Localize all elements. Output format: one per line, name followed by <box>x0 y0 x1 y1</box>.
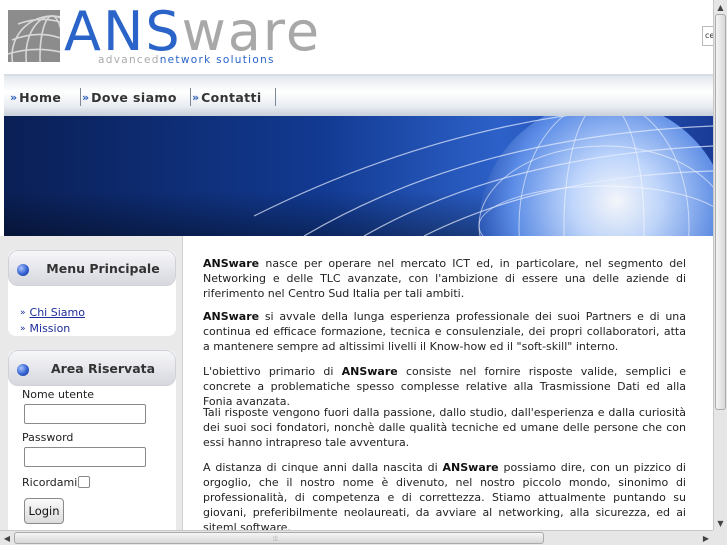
double-chevron-right-icon: » <box>20 323 25 334</box>
paragraph-text: A distanza di cinque anni dalla nascita … <box>203 461 443 474</box>
intro-paragraph: ANSware nasce per operare nel mercato IC… <box>203 256 686 301</box>
menu-link-label: Mission <box>29 322 71 335</box>
username-label: Nome utente <box>22 388 95 401</box>
menu-link-label: Chi Siamo <box>29 306 85 319</box>
horizontal-scroll-thumb[interactable]: ⦙⦙⦙ <box>14 532 544 544</box>
globe-logo-icon <box>8 10 60 62</box>
logo-tagline: advancednetwork solutions <box>98 54 275 66</box>
double-chevron-right-icon: » <box>82 90 89 104</box>
login-panel-header: Area Riservata <box>8 350 176 386</box>
brand-name: ANSware <box>203 257 260 270</box>
founders-paragraph: Tali risposte vengono fuori dalla passio… <box>203 405 686 450</box>
menu-panel-title: Menu Principale <box>46 261 160 276</box>
remember-label: Ricordami <box>22 476 78 489</box>
scrollbar-corner <box>713 530 727 545</box>
experience-paragraph: ANSware si avvale della lunga esperienza… <box>203 309 686 354</box>
scroll-left-icon[interactable]: ◀ <box>0 531 14 545</box>
scroll-right-icon[interactable]: ▶ <box>699 531 713 545</box>
paragraph-text: si avvale della lunga esperienza profess… <box>203 310 686 353</box>
menu-panel-header: Menu Principale <box>8 250 176 286</box>
brand-name: ANSware <box>442 461 499 474</box>
nav-divider <box>190 88 191 106</box>
nav-divider <box>80 88 81 106</box>
double-chevron-right-icon: » <box>20 307 25 318</box>
scroll-down-icon[interactable]: ▼ <box>714 516 727 530</box>
scroll-up-icon[interactable]: ▲ <box>714 0 727 14</box>
password-field[interactable] <box>24 447 146 467</box>
blue-sphere-icon <box>17 264 29 276</box>
paragraph-text: nasce per operare nel mercato ICT ed, in… <box>203 257 686 300</box>
vertical-scrollbar[interactable]: ▲ ▼ <box>713 0 727 530</box>
sidebar: Menu Principale » Chi Siamo » Mission Ar… <box>0 236 183 530</box>
nav-item-contatti[interactable]: » Contatti <box>192 88 262 106</box>
hero-banner-image <box>4 116 713 236</box>
nav-item-dove-siamo[interactable]: » Dove siamo <box>82 88 177 106</box>
nav-item-label: Dove siamo <box>91 89 177 105</box>
tagline-advanced: advanced <box>98 54 160 66</box>
brand-name: ANSware <box>341 365 398 378</box>
menu-panel: Menu Principale » Chi Siamo » Mission <box>8 250 176 336</box>
menu-link-mission[interactable]: » Mission <box>20 322 70 335</box>
objective-paragraph: L'obiettivo primario di ANSware consiste… <box>203 364 686 409</box>
main-nav: » Home » Dove siamo » Contatti <box>4 74 713 116</box>
nav-item-home[interactable]: » Home <box>10 88 61 106</box>
tagline-network-solutions: network solutions <box>159 54 275 66</box>
nav-item-label: Contatti <box>201 89 262 105</box>
history-paragraph: A distanza di cinque anni dalla nascita … <box>203 460 686 530</box>
vertical-scroll-thumb[interactable] <box>715 14 726 410</box>
menu-link-chi-siamo[interactable]: » Chi Siamo <box>20 306 85 319</box>
blue-sphere-icon <box>17 364 29 376</box>
page-viewport: ANSware advancednetwork solutions ce » H… <box>0 0 713 530</box>
grip-icon: ⦙⦙⦙ <box>273 535 278 543</box>
nav-item-label: Home <box>19 89 62 105</box>
logo-wordmark: ANSware <box>64 2 321 62</box>
login-panel-title: Area Riservata <box>50 361 156 376</box>
login-panel: Area Riservata Nome utente Password Rico… <box>8 350 176 530</box>
brand-name: ANSware <box>203 310 260 323</box>
horizontal-scrollbar[interactable]: ◀ ⦙⦙⦙ ▶ <box>0 530 713 545</box>
nav-divider <box>275 88 276 106</box>
password-label: Password <box>22 431 74 444</box>
site-header: ANSware advancednetwork solutions ce <box>0 0 713 72</box>
double-chevron-right-icon: » <box>10 90 17 104</box>
username-field[interactable] <box>24 404 146 424</box>
paragraph-text: L'obiettivo primario di <box>203 365 342 378</box>
paragraph-text: Tali risposte vengono fuori dalla passio… <box>203 406 686 449</box>
search-input[interactable]: ce <box>702 26 713 46</box>
main-content: ANSware nasce per operare nel mercato IC… <box>184 236 713 530</box>
login-button[interactable]: Login <box>24 498 64 524</box>
double-chevron-right-icon: » <box>192 90 199 104</box>
remember-checkbox[interactable] <box>78 476 90 488</box>
